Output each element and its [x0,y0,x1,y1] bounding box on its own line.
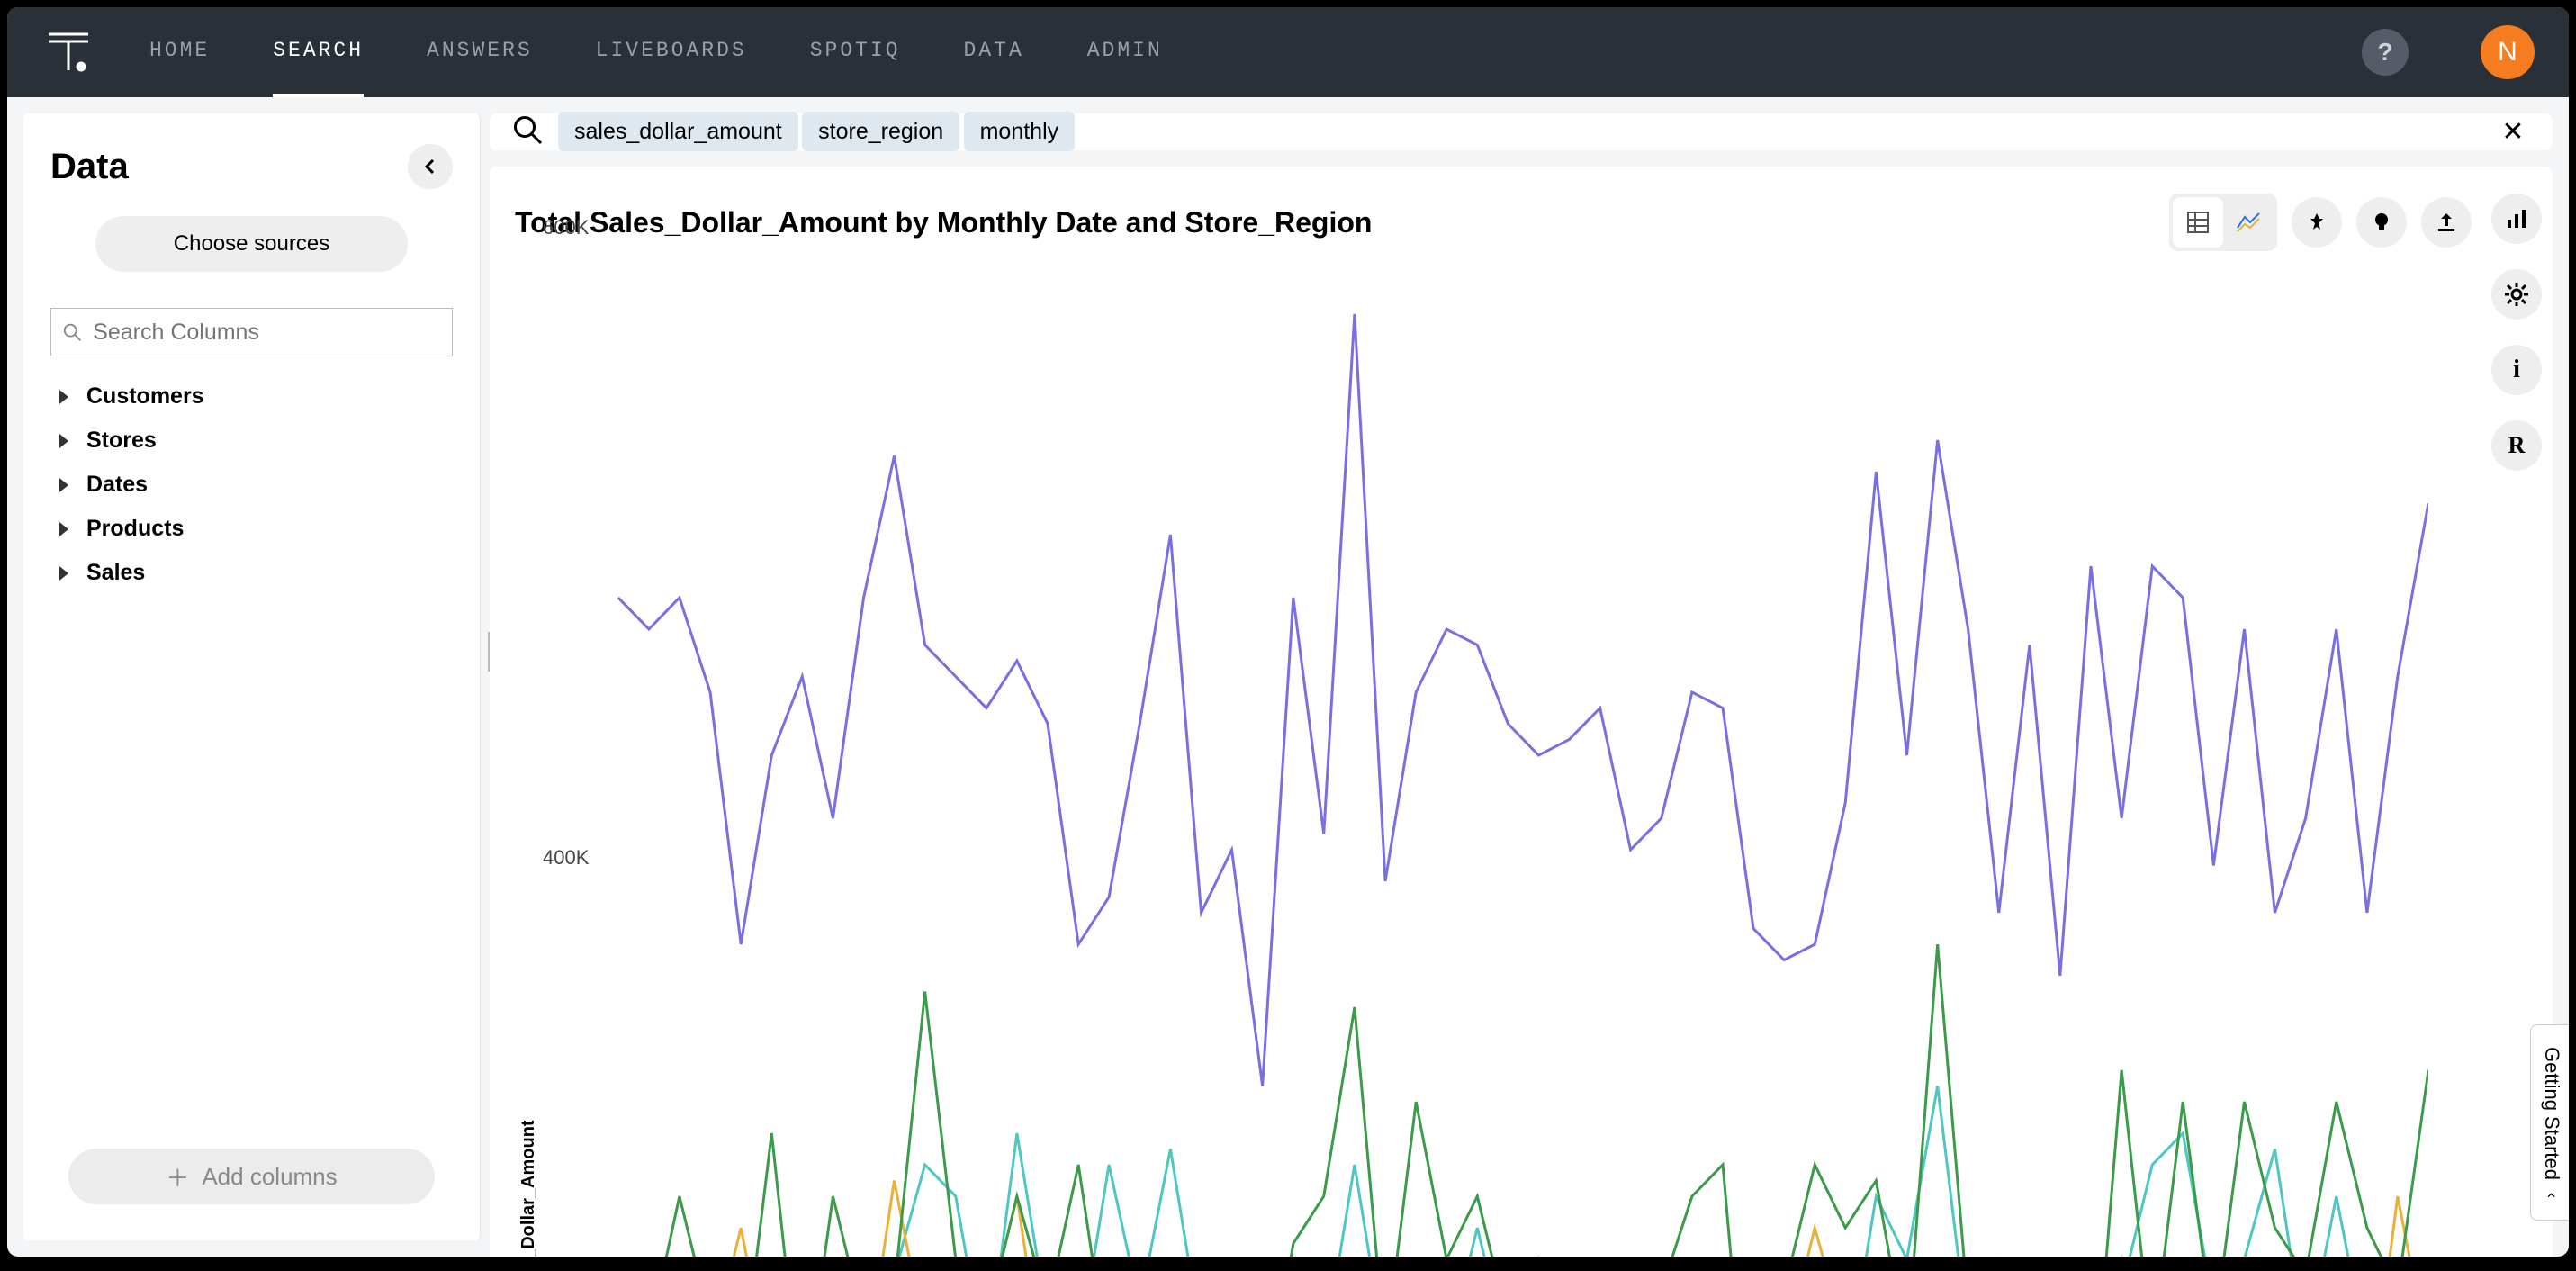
column-search-input[interactable] [91,319,441,347]
chart-plot[interactable]: 0200K400K600K [543,251,2428,1257]
nav-spotiq[interactable]: SPOTIQ [810,7,901,97]
series-midwest[interactable] [618,1086,2428,1257]
nav-data[interactable]: DATA [964,7,1024,97]
add-columns-button[interactable]: ＋ Add columns [68,1149,435,1204]
collapse-panel-button[interactable] [408,144,453,189]
chevron-left-icon: ‹ [2543,1193,2562,1198]
nav-home[interactable]: HOME [149,7,210,97]
series-west[interactable] [618,314,2428,1086]
nav-admin[interactable]: ADMIN [1087,7,1163,97]
getting-started-label: Getting Started [2540,1047,2563,1180]
nav-answers[interactable]: ANSWERS [427,7,533,97]
caret-right-icon [59,566,68,581]
data-panel: Data Choose sources Customers Stores Dates… [23,113,481,1240]
nav-search[interactable]: SEARCH [273,7,364,97]
caret-right-icon [59,478,68,492]
help-button[interactable]: ? [2362,29,2409,76]
search-token[interactable]: monthly [964,112,1076,151]
caret-right-icon [59,390,68,404]
tree-label: Stores [86,428,157,454]
add-columns-label: Add columns [202,1163,337,1191]
logo[interactable] [41,25,95,79]
chart-view-button[interactable] [2223,197,2274,248]
panel-title: Data [50,147,129,187]
tree-item-sales[interactable]: Sales [59,551,444,595]
search-icon [511,113,544,150]
r-analysis-button[interactable]: R [2491,420,2542,471]
y-axis-title: Total Sales_Dollar_Amount [515,251,543,1257]
search-token[interactable]: sales_dollar_amount [558,112,798,151]
tree-item-customers[interactable]: Customers [59,374,444,419]
y-tick: 400K [543,846,589,870]
clear-search-button[interactable]: ✕ [2495,114,2531,150]
tree-label: Dates [86,472,148,498]
column-search[interactable] [50,308,453,356]
caret-right-icon [59,522,68,536]
search-token[interactable]: store_region [802,112,959,151]
settings-button[interactable] [2491,269,2542,320]
tree-item-dates[interactable]: Dates [59,463,444,507]
view-toggle [2169,194,2277,251]
tree-item-products[interactable]: Products [59,507,444,551]
tree-label: Customers [86,383,204,410]
tree-label: Products [86,516,184,542]
search-bar[interactable]: sales_dollar_amount store_region monthly… [490,113,2553,150]
y-tick: 600K [543,216,589,239]
info-button[interactable]: i [2491,345,2542,395]
share-button[interactable] [2421,197,2472,248]
tree-label: Sales [86,560,145,586]
getting-started-tab[interactable]: Getting Started ‹ [2530,1024,2569,1221]
plus-icon: ＋ [166,1160,189,1194]
table-view-button[interactable] [2173,197,2223,248]
tree-item-stores[interactable]: Stores [59,419,444,463]
chart-card: Total Sales_Dollar_Amount by Monthly Dat… [490,167,2553,1257]
caret-right-icon [59,434,68,448]
spotiq-button[interactable] [2356,197,2407,248]
pin-button[interactable] [2292,197,2342,248]
chart-title: Total Sales_Dollar_Amount by Monthly Dat… [515,206,1372,239]
nav-liveboards[interactable]: LIVEBOARDS [596,7,747,97]
series-south[interactable] [618,1181,2428,1257]
avatar[interactable]: N [2481,25,2535,79]
chart-config-button[interactable] [2491,194,2542,244]
top-nav: HOME SEARCH ANSWERS LIVEBOARDS SPOTIQ DATA ADM… [7,7,2569,97]
search-icon [62,321,82,343]
choose-sources-button[interactable]: Choose sources [95,216,408,272]
